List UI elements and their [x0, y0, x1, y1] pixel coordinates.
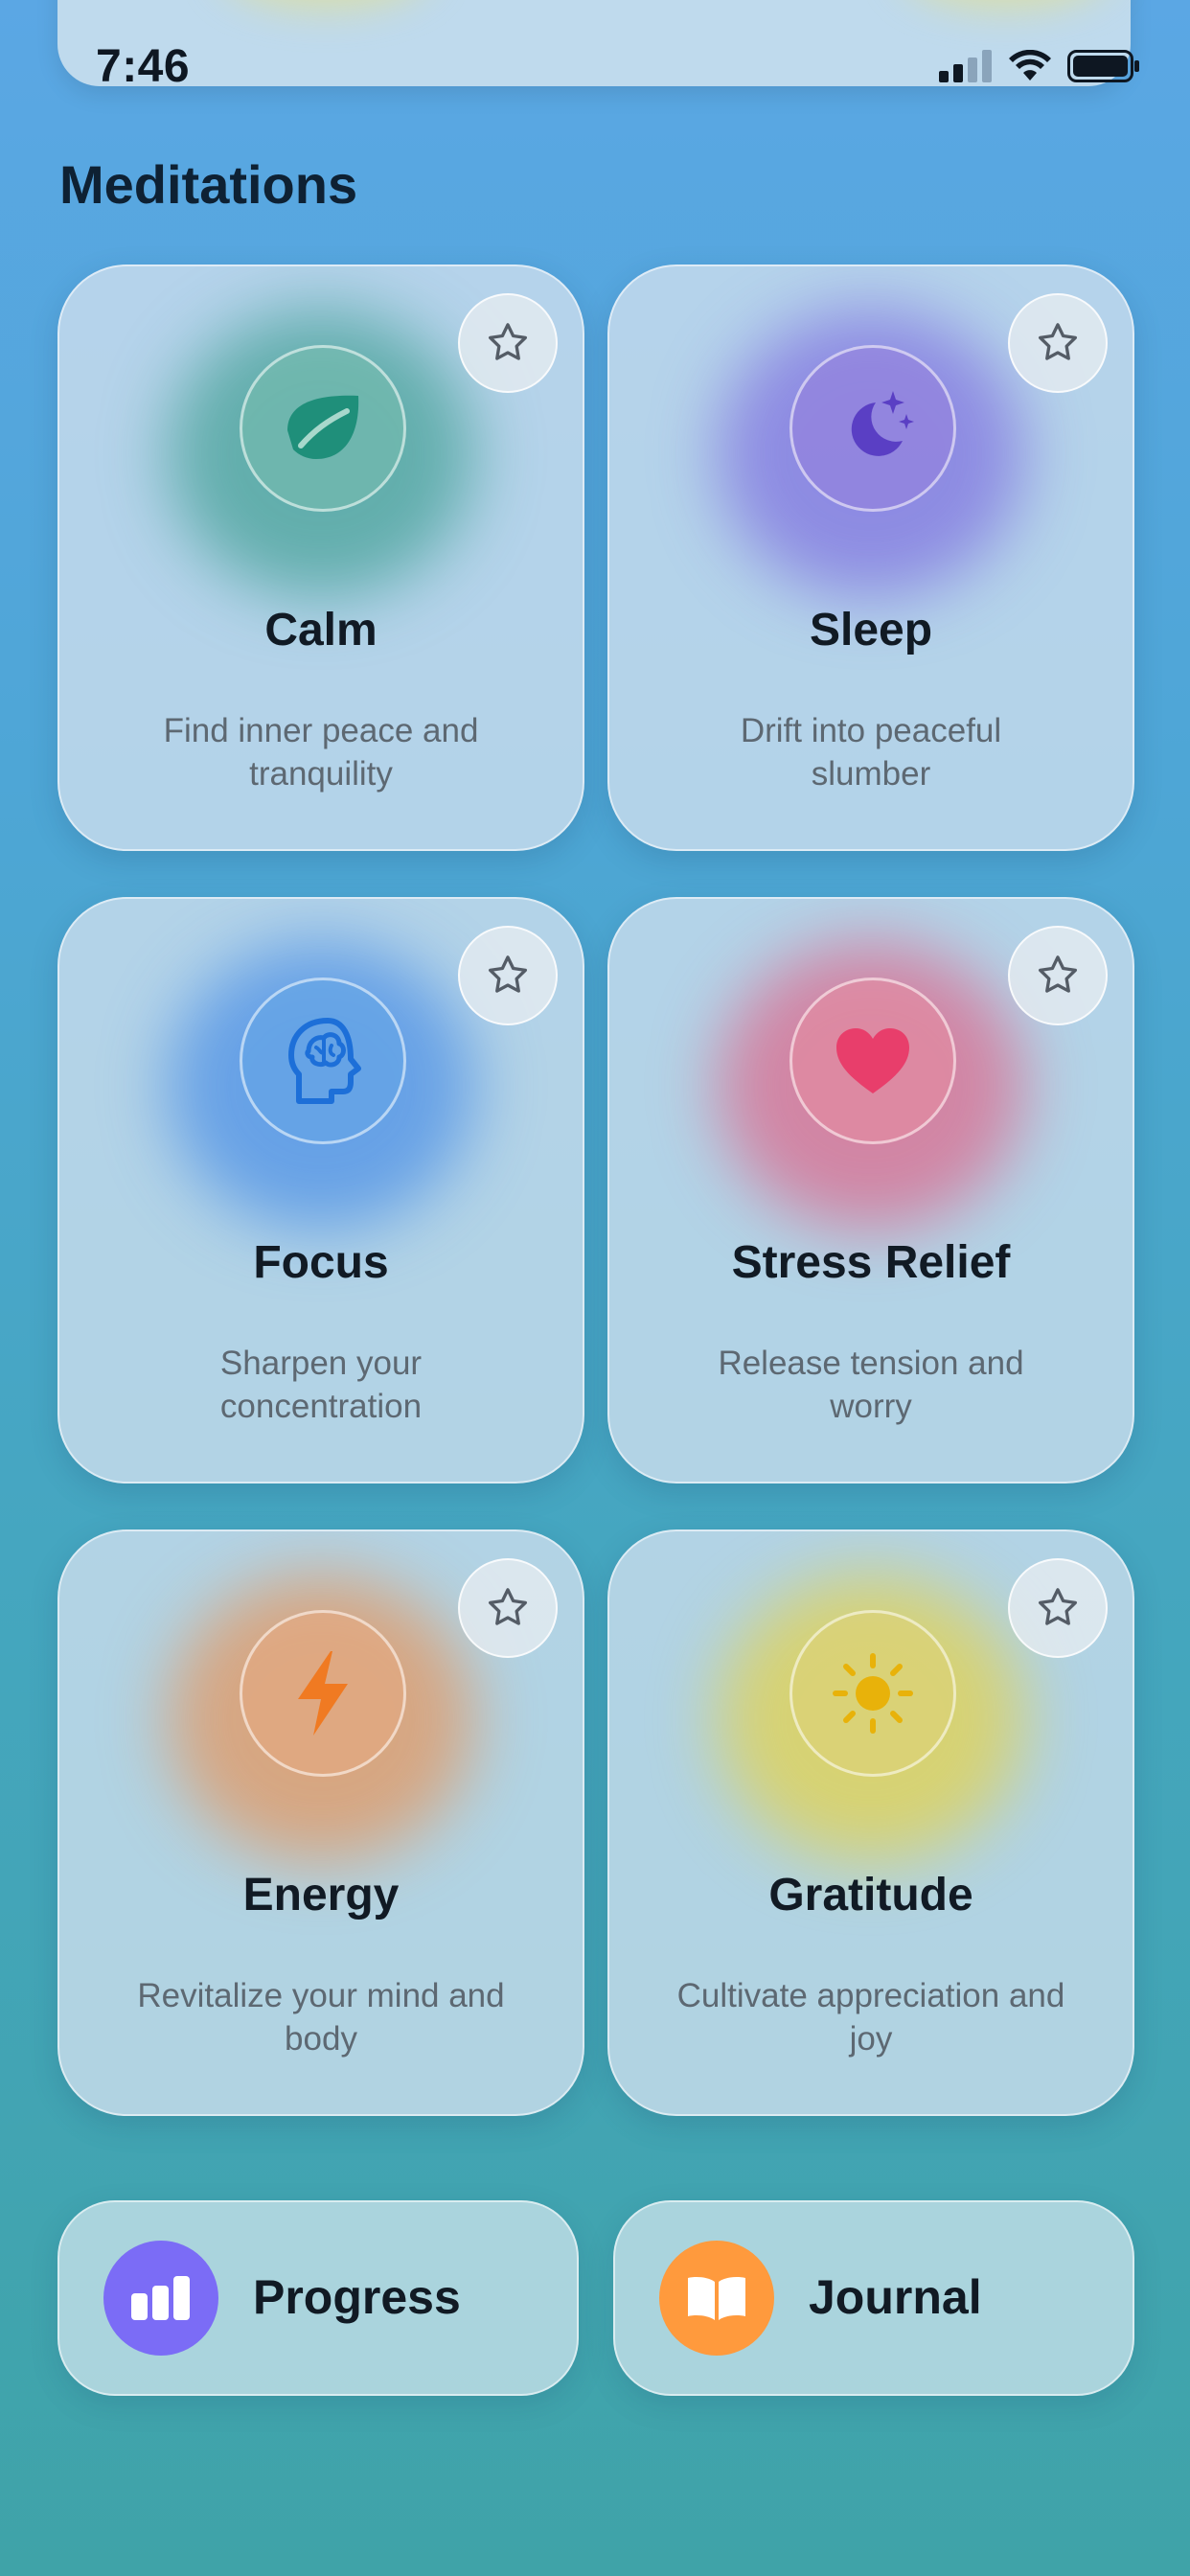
moon-stars-icon: [790, 345, 956, 512]
heart-icon: [790, 978, 956, 1144]
book-icon: [659, 2241, 774, 2356]
meditation-card-energy[interactable]: Energy Revitalize your mind and body: [57, 1530, 584, 2116]
favorite-button[interactable]: [458, 1558, 558, 1658]
wifi-icon: [1009, 50, 1051, 80]
card-description: Release tension and worry: [718, 1345, 1024, 1425]
card-description: Sharpen your concentration: [219, 1345, 423, 1425]
progress-button[interactable]: Progress: [57, 2200, 579, 2396]
journal-button[interactable]: Journal: [613, 2200, 1134, 2396]
battery-icon: [1067, 50, 1139, 82]
star-icon: [489, 955, 527, 993]
status-bar: 7:46: [0, 0, 1190, 134]
card-description: Find inner peace and tranquility: [163, 712, 479, 793]
card-title: Energy: [242, 1870, 400, 1920]
status-icons: [939, 50, 1140, 82]
star-icon: [489, 1588, 527, 1625]
meditation-card-calm[interactable]: Calm Find inner peace and tranquility: [57, 264, 584, 851]
card-title: Sleep: [809, 605, 933, 656]
lightning-icon: [240, 1610, 406, 1777]
star-icon: [1039, 323, 1077, 360]
meditation-card-stress-relief[interactable]: Stress Relief Release tension and worry: [607, 897, 1134, 1484]
favorite-button[interactable]: [1008, 926, 1108, 1025]
card-title: Stress Relief: [731, 1237, 1011, 1288]
card-title: Calm: [264, 605, 378, 656]
favorite-button[interactable]: [1008, 1558, 1108, 1658]
star-icon: [1039, 955, 1077, 993]
card-description: Revitalize your mind and body: [137, 1977, 505, 2058]
journal-label: Journal: [809, 2270, 982, 2324]
card-title: Gratitude: [768, 1870, 973, 1920]
card-description: Drift into peaceful slumber: [740, 712, 1002, 793]
status-time: 7:46: [96, 41, 191, 92]
bar-chart-icon: [103, 2241, 218, 2356]
favorite-button[interactable]: [458, 293, 558, 393]
progress-label: Progress: [253, 2270, 461, 2324]
favorite-button[interactable]: [1008, 293, 1108, 393]
brain-head-icon: [240, 978, 406, 1144]
meditation-card-sleep[interactable]: Sleep Drift into peaceful slumber: [607, 264, 1134, 851]
section-title: Meditations: [59, 154, 358, 215]
meditation-card-focus[interactable]: Focus Sharpen your concentration: [57, 897, 584, 1484]
cellular-signal-icon: [939, 50, 992, 82]
leaf-icon: [240, 345, 406, 512]
star-icon: [489, 323, 527, 360]
card-title: Focus: [253, 1237, 389, 1288]
favorite-button[interactable]: [458, 926, 558, 1025]
meditation-card-gratitude[interactable]: Gratitude Cultivate appreciation and joy: [607, 1530, 1134, 2116]
card-description: Cultivate appreciation and joy: [676, 1977, 1065, 2058]
sun-icon: [790, 1610, 956, 1777]
star-icon: [1039, 1588, 1077, 1625]
